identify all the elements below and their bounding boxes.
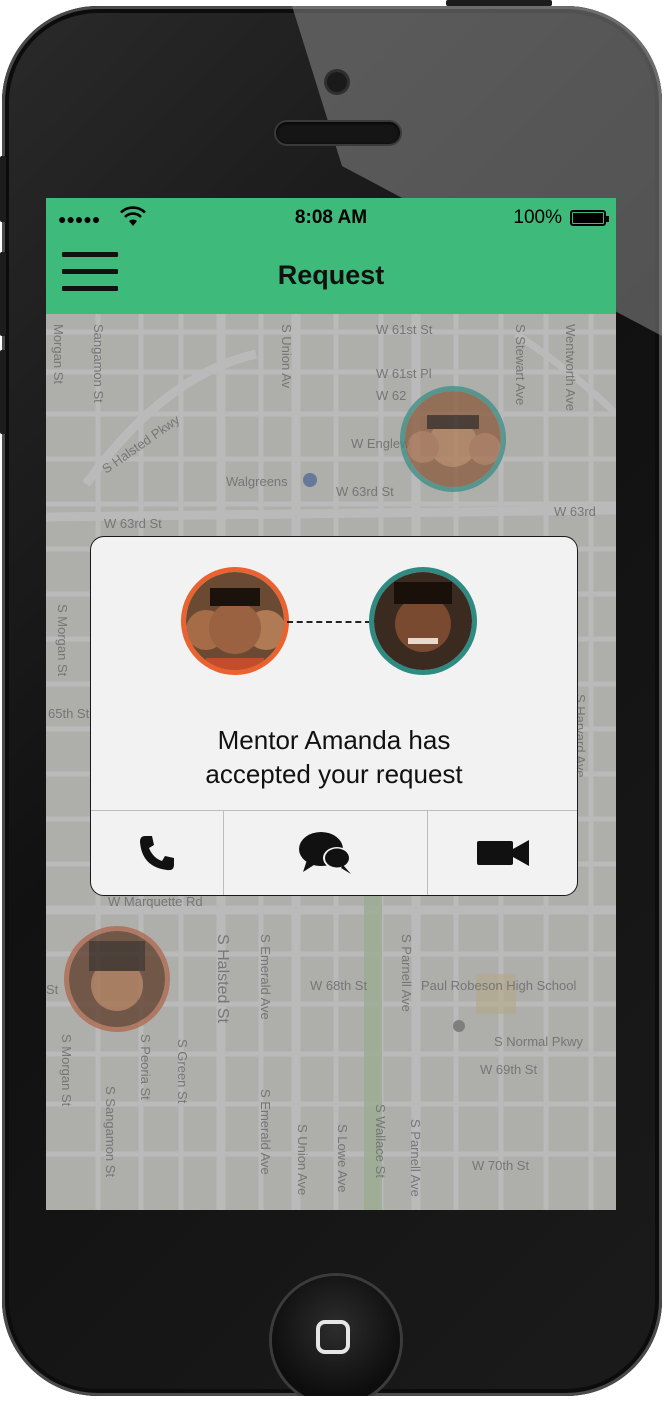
chat-icon: [298, 832, 351, 874]
mentor-avatar-map[interactable]: [400, 386, 506, 492]
request-accepted-dialog: Mentor Amanda has accepted your request: [90, 536, 578, 896]
mentee-avatar: [181, 567, 289, 675]
dialog-actions: [91, 810, 577, 895]
phone-icon: [140, 836, 174, 871]
front-camera: [327, 72, 347, 92]
earpiece-speaker: [276, 122, 400, 144]
home-button[interactable]: [272, 1276, 400, 1396]
dialog-message-line: Mentor Amanda has: [217, 725, 451, 755]
status-bar: ●●●●● 8:08 AM 100%: [46, 198, 616, 238]
nav-bar: Request: [46, 238, 616, 315]
page-title: Request: [277, 260, 385, 290]
volume-up-button: [0, 252, 6, 336]
battery-icon: [570, 210, 609, 226]
app-screen: ●●●●● 8:08 AM 100% Request W 61st St W 6…: [46, 198, 616, 1210]
dialog-message-line: accepted your request: [205, 759, 463, 789]
message-button[interactable]: [223, 811, 427, 895]
call-button[interactable]: [91, 811, 223, 895]
video-camera-icon: [476, 840, 529, 866]
dialog-message: Mentor Amanda has accepted your request: [91, 723, 577, 791]
video-call-button[interactable]: [427, 811, 577, 895]
mute-switch: [0, 156, 6, 222]
mentor-avatar: [369, 567, 477, 675]
volume-down-button: [0, 350, 6, 434]
connection-dashed-line: [287, 621, 371, 623]
power-button: [446, 0, 552, 6]
mentor-avatar-map[interactable]: [64, 926, 170, 1032]
battery-percentage: 100%: [513, 207, 562, 228]
